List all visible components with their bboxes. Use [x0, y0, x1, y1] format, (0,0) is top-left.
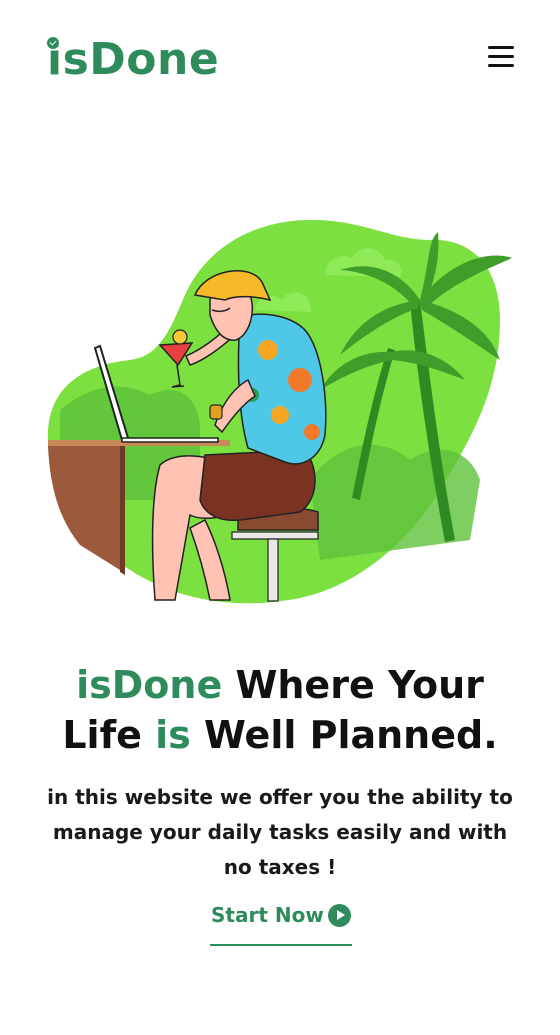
- logo[interactable]: isDone: [47, 30, 219, 90]
- hamburger-menu-icon[interactable]: [486, 43, 516, 71]
- check-icon: [47, 37, 59, 49]
- site-header: isDone: [0, 0, 560, 110]
- hero-description: in this website we offer you the ability…: [47, 785, 513, 879]
- play-circle-icon: [328, 904, 351, 927]
- headline-brand: isDone: [76, 663, 223, 707]
- start-now-label: Start Now: [211, 903, 324, 927]
- headline-accent-is: is: [155, 713, 191, 757]
- headline-text-1: Where Your: [222, 663, 484, 707]
- hero-illustration: [0, 200, 560, 620]
- headline-line-1: isDone Where Your: [0, 660, 560, 710]
- start-now-button[interactable]: Start Now: [210, 898, 352, 946]
- hero-headline: isDone Where Your Life is Well Planned.: [0, 660, 560, 760]
- logo-text: isDone: [47, 34, 220, 85]
- headline-text-2: Life: [62, 713, 156, 757]
- headline-line-2: Life is Well Planned.: [0, 710, 560, 760]
- headline-text-3: Well Planned.: [190, 713, 498, 757]
